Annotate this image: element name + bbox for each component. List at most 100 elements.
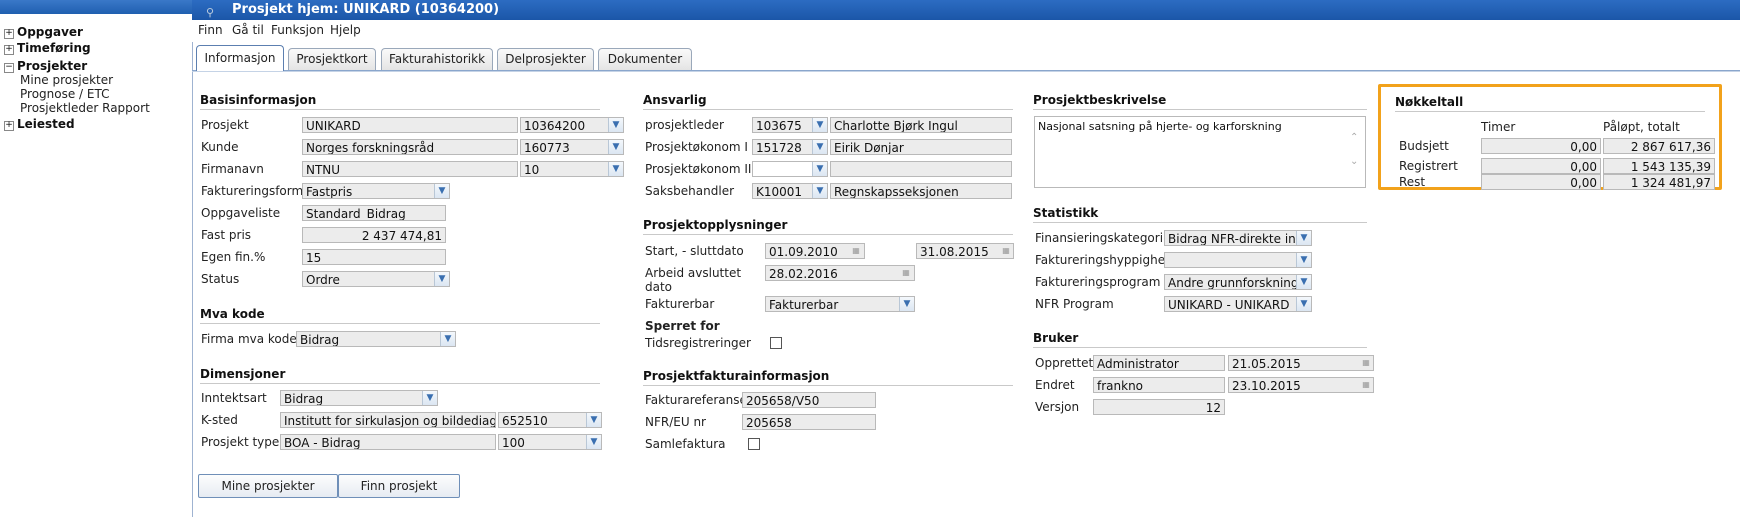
prosjektbeskrivelse-textarea[interactable]: Nasjonal satsning på hjerte- og karforsk…	[1034, 116, 1366, 188]
saksbehandler-name-field: Regnskapsseksjonen	[830, 183, 1012, 199]
budsjett-label: Budsjett	[1399, 139, 1449, 153]
status-dropdown-icon[interactable]: ▼	[434, 272, 449, 286]
menu-funksjon[interactable]: Funksjon	[271, 23, 324, 37]
scroll-up-icon[interactable]: ⌃	[1350, 132, 1358, 143]
nfr-program-dropdown-icon[interactable]: ▼	[1296, 297, 1311, 311]
tab-dokumenter[interactable]: Dokumenter	[598, 48, 692, 70]
faktureringsform-label: Faktureringsform	[201, 184, 304, 198]
inntektsart-select[interactable]: Bidrag	[280, 390, 438, 406]
scroll-down-icon[interactable]: ⌄	[1350, 156, 1358, 167]
tidsregistreringer-label: Tidsregistreringer	[645, 336, 751, 350]
sidebar-group-timeforing[interactable]: + Timeføring	[4, 41, 91, 55]
sidebar-item-prosjektleder-rapport[interactable]: Prosjektleder Rapport	[20, 101, 150, 115]
versjon-field: 12	[1093, 399, 1225, 415]
fakturareferanse-label: Fakturareferanse	[645, 393, 747, 407]
faktureringsform-dropdown-icon[interactable]: ▼	[434, 184, 449, 198]
inntektsart-dropdown-icon[interactable]: ▼	[422, 391, 437, 405]
prosjektokonom-1-label: Prosjektøkonom I	[645, 140, 748, 154]
prosjektokonom-2-dropdown-icon[interactable]: ▼	[812, 162, 827, 176]
oppgaveliste-field[interactable]: Standard_Bidrag	[302, 205, 446, 221]
section-basisinformasjon: Basisinformasjon	[200, 93, 600, 110]
section-prosjektfakturainformasjon: Prosjektfakturainformasjon	[643, 369, 1013, 386]
kunde-name-field[interactable]: Norges forskningsråd	[302, 139, 518, 155]
calendar-icon[interactable]: ▦	[900, 266, 912, 280]
kunde-dropdown-icon[interactable]: ▼	[608, 140, 623, 154]
menu-finn[interactable]: Finn	[198, 23, 223, 37]
nfr-eu-nr-field[interactable]: 205658	[742, 414, 876, 430]
firmanavn-dropdown-icon[interactable]: ▼	[608, 162, 623, 176]
firma-mva-kode-select[interactable]: Bidrag	[296, 331, 456, 347]
finn-prosjekt-button[interactable]: Finn prosjekt	[338, 474, 460, 498]
samlefaktura-checkbox[interactable]	[748, 438, 760, 450]
calendar-icon[interactable]: ▦	[1360, 378, 1372, 392]
inntektsart-label: Inntektsart	[201, 391, 267, 405]
sidebar-item-prognose-etc[interactable]: Prognose / ETC	[20, 87, 110, 101]
prosjekt-name-field[interactable]: UNIKARD	[302, 117, 518, 133]
fakturerbar-dropdown-icon[interactable]: ▼	[899, 297, 914, 311]
sidebar-group-leiested[interactable]: + Leiested	[4, 117, 75, 131]
mine-prosjekter-button[interactable]: Mine prosjekter	[198, 474, 338, 498]
budsjett-timer: 0,00	[1481, 138, 1601, 154]
expand-icon[interactable]: +	[4, 121, 14, 131]
egen-fin-field[interactable]: 15	[302, 249, 446, 265]
tidsregistreringer-checkbox[interactable]	[770, 337, 782, 349]
prosjekt-type-dropdown-icon[interactable]: ▼	[586, 435, 601, 449]
fakturerbar-select[interactable]: Fakturerbar	[765, 296, 915, 312]
status-select[interactable]: Ordre	[302, 271, 450, 287]
sidebar-group-oppgaver[interactable]: + Oppgaver	[4, 25, 83, 39]
samlefaktura-label: Samlefaktura	[645, 437, 726, 451]
finansieringskategori-select[interactable]: Bidrag NFR-direkte innt	[1164, 230, 1312, 246]
fakturareferanse-field[interactable]: 205658/V50	[742, 392, 876, 408]
kunde-label: Kunde	[201, 140, 239, 154]
calendar-icon[interactable]: ▦	[1000, 244, 1012, 258]
rest-timer: 0,00	[1481, 174, 1601, 190]
faktureringsprogram-dropdown-icon[interactable]: ▼	[1296, 275, 1311, 289]
tab-informasjon[interactable]: Informasjon	[196, 45, 284, 71]
endret-date-field: 23.10.2015	[1228, 377, 1374, 393]
faktureringshyppighet-select[interactable]	[1164, 252, 1312, 268]
prosjektleder-dropdown-icon[interactable]: ▼	[812, 118, 827, 132]
firmanavn-name-field[interactable]: NTNU	[302, 161, 518, 177]
sidebar-item-mine-prosjekter[interactable]: Mine prosjekter	[20, 73, 113, 87]
status-label: Status	[201, 272, 240, 286]
k-sted-name-field[interactable]: Institutt for sirkulasjon og bildediagno…	[280, 412, 496, 428]
faktureringshyppighet-dropdown-icon[interactable]: ▼	[1296, 253, 1311, 267]
collapse-icon[interactable]: −	[4, 63, 14, 73]
faktureringsprogram-select[interactable]: Andre grunnforskningsp	[1164, 274, 1312, 290]
fast-pris-field[interactable]: 2 437 474,81	[302, 227, 446, 243]
sidebar-header-strip	[0, 0, 192, 14]
faktureringsform-select[interactable]: Fastpris	[302, 183, 450, 199]
prosjekt-label: Prosjekt	[201, 118, 249, 132]
budsjett-palopt: 2 867 617,36	[1603, 138, 1715, 154]
tab-prosjektkort[interactable]: Prosjektkort	[288, 48, 376, 70]
start-sluttdato-label: Start, - sluttdato	[645, 244, 744, 258]
saksbehandler-dropdown-icon[interactable]: ▼	[812, 184, 827, 198]
prosjektokonom-1-dropdown-icon[interactable]: ▼	[812, 140, 827, 154]
expand-icon[interactable]: +	[4, 29, 14, 39]
section-bruker: Bruker	[1033, 331, 1367, 348]
registrert-timer: 0,00	[1481, 158, 1601, 174]
sidebar-group-prosjekter[interactable]: − Prosjekter	[4, 59, 87, 73]
sidebar-group-label: Leiested	[17, 117, 75, 131]
arbeid-avsluttet-field[interactable]: 28.02.2016	[765, 265, 915, 281]
calendar-icon[interactable]: ▦	[1360, 356, 1372, 370]
firma-mva-kode-label: Firma mva kode	[201, 332, 297, 346]
expand-icon[interactable]: +	[4, 45, 14, 55]
firma-mva-kode-dropdown-icon[interactable]: ▼	[440, 332, 455, 346]
k-sted-dropdown-icon[interactable]: ▼	[586, 413, 601, 427]
calendar-icon[interactable]: ▦	[850, 244, 862, 258]
endret-user-field: frankno	[1093, 377, 1225, 393]
section-prosjektopplysninger: Prosjektopplysninger	[643, 218, 1013, 235]
nfr-program-select[interactable]: UNIKARD - UNIKARD	[1164, 296, 1312, 312]
nokkeltall-panel: Nøkkeltall Timer Påløpt, totalt Budsjett…	[1378, 84, 1722, 190]
opprettet-label: Opprettet	[1035, 356, 1094, 370]
tab-fakturahistorikk[interactable]: Fakturahistorikk	[381, 48, 493, 70]
tab-delprosjekter[interactable]: Delprosjekter	[497, 48, 594, 70]
faktureringshyppighet-label: Faktureringshyppighet	[1035, 253, 1170, 267]
menu-ga-til[interactable]: Gå til	[232, 23, 264, 37]
finansieringskategori-dropdown-icon[interactable]: ▼	[1296, 231, 1311, 245]
menu-hjelp[interactable]: Hjelp	[330, 23, 361, 37]
prosjekt-dropdown-icon[interactable]: ▼	[608, 118, 623, 132]
prosjekt-type-name-field[interactable]: BOA - Bidrag	[280, 434, 496, 450]
rest-label: Rest	[1399, 175, 1426, 189]
